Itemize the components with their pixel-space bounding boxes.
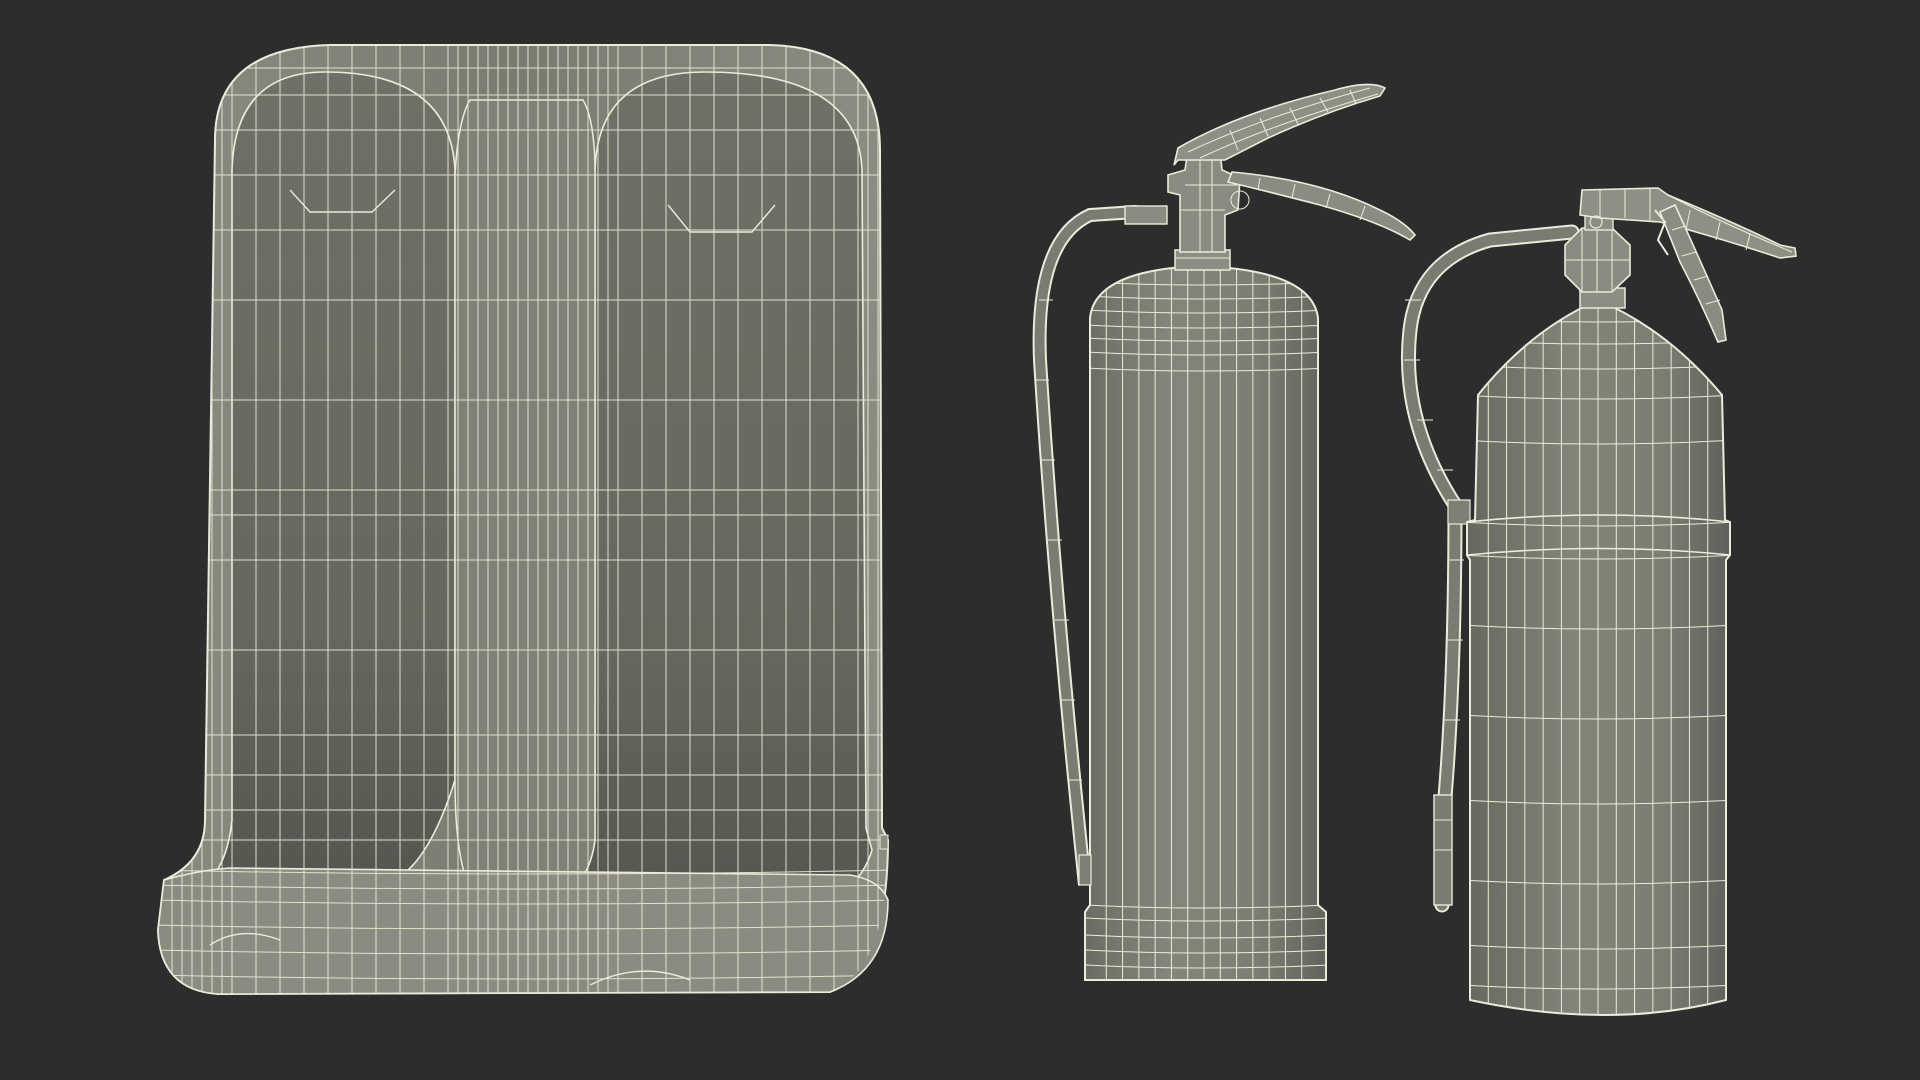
extinguisher-stand	[156, 44, 890, 996]
render-viewport	[0, 0, 1920, 1080]
wireframe-render	[0, 0, 1920, 1080]
